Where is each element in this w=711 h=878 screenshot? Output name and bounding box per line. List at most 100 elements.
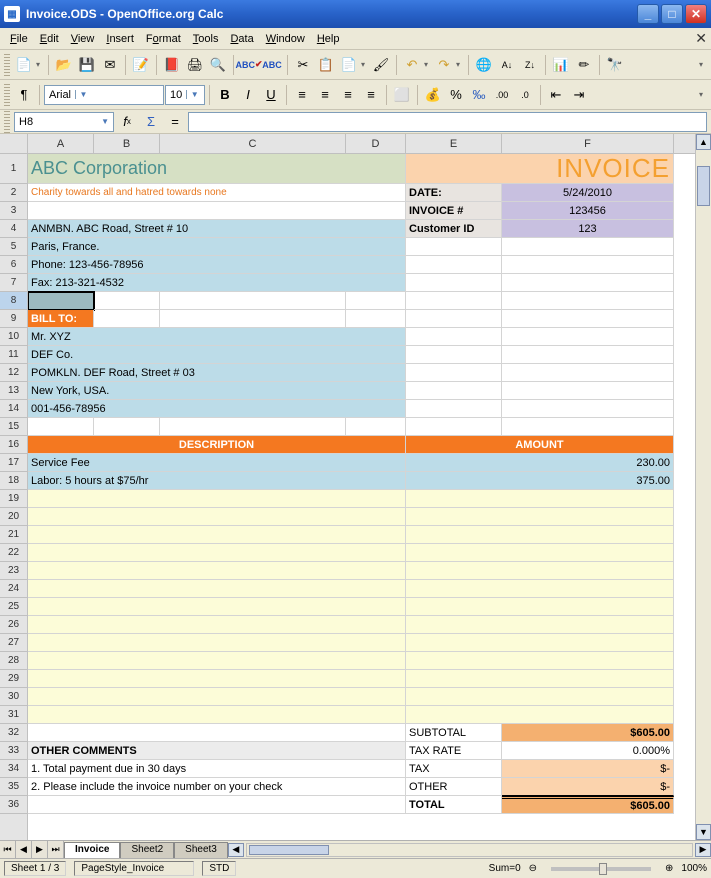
status-pagestyle[interactable]: PageStyle_Invoice	[74, 861, 194, 876]
scrollbar-thumb[interactable]	[697, 166, 710, 206]
maximize-button[interactable]: □	[661, 4, 683, 24]
col-header-D[interactable]: D	[346, 134, 406, 153]
zoom-slider[interactable]	[551, 867, 651, 871]
cell[interactable]	[406, 490, 674, 508]
cell[interactable]	[406, 598, 674, 616]
cell-tagline[interactable]: Charity towards all and hatred towards n…	[28, 184, 406, 202]
cell-bill3[interactable]: POMKLN. DEF Road, Street # 03	[28, 364, 406, 382]
cell[interactable]	[160, 418, 346, 436]
cell-tax-label[interactable]: TAX	[406, 760, 502, 778]
cell-addr4[interactable]: Fax: 213-321-4532	[28, 274, 406, 292]
cell[interactable]	[406, 508, 674, 526]
vertical-scrollbar[interactable]: ▲ ▼	[695, 134, 711, 840]
cell[interactable]	[406, 238, 502, 256]
cell-taxrate-value[interactable]: 0.000%	[502, 742, 674, 760]
cell-line-amt[interactable]: 375.00	[406, 472, 674, 490]
cell-desc-header[interactable]: DESCRIPTION	[28, 436, 406, 454]
cell-invoice-title[interactable]: INVOICE	[406, 154, 674, 184]
cell[interactable]	[406, 562, 674, 580]
cell[interactable]	[28, 490, 406, 508]
cell-billto-label[interactable]: BILL TO:	[28, 310, 94, 328]
cell[interactable]	[406, 670, 674, 688]
tab-next-button[interactable]: ▶	[32, 841, 48, 858]
row-header[interactable]: 9	[0, 310, 27, 328]
cell-addr1[interactable]: ANMBN. ABC Road, Street # 10	[28, 220, 406, 238]
toolbar-overflow[interactable]: ▾	[699, 90, 707, 99]
col-header-E[interactable]: E	[406, 134, 502, 153]
cell[interactable]	[28, 634, 406, 652]
cell-other-value[interactable]: $-	[502, 778, 674, 796]
cell[interactable]	[28, 580, 406, 598]
menu-insert[interactable]: Insert	[100, 31, 140, 47]
row-header[interactable]: 8	[0, 292, 27, 310]
cell-cust-label[interactable]: Customer ID	[406, 220, 502, 238]
cell[interactable]	[346, 310, 406, 328]
tab-prev-button[interactable]: ◀	[16, 841, 32, 858]
cut-button[interactable]: ✂	[292, 54, 314, 76]
sort-asc-button[interactable]: A↓	[496, 54, 518, 76]
cell-total-label[interactable]: TOTAL	[406, 796, 502, 814]
cell[interactable]	[28, 616, 406, 634]
status-zoom[interactable]: 100%	[681, 863, 707, 874]
cell[interactable]	[28, 202, 406, 220]
edit-file-button[interactable]: 📝	[130, 54, 152, 76]
cell-date-label[interactable]: DATE:	[406, 184, 502, 202]
cell[interactable]	[406, 382, 502, 400]
row-header[interactable]: 23	[0, 562, 27, 580]
zoom-in-button[interactable]: ⊕	[665, 863, 673, 874]
standard-format-button[interactable]: ‰	[468, 84, 490, 106]
cell[interactable]	[502, 418, 674, 436]
cell-inv-label[interactable]: INVOICE #	[406, 202, 502, 220]
row-header[interactable]: 33	[0, 742, 27, 760]
col-header-C[interactable]: C	[160, 134, 346, 153]
row-header[interactable]: 11	[0, 346, 27, 364]
redo-button[interactable]: ↷	[433, 54, 455, 76]
cell[interactable]	[28, 688, 406, 706]
hyperlink-button[interactable]: 🌐	[473, 54, 495, 76]
row-header[interactable]: 30	[0, 688, 27, 706]
cell-date-value[interactable]: 5/24/2010	[502, 184, 674, 202]
cell[interactable]	[406, 292, 502, 310]
cell-addr2[interactable]: Paris, France.	[28, 238, 406, 256]
new-button[interactable]: 📄	[13, 54, 35, 76]
row-header[interactable]: 20	[0, 508, 27, 526]
bold-button[interactable]: B	[214, 84, 236, 106]
spreadsheet-grid[interactable]: A B C D E F 1 2 3 4 5 6 7 8 9 10 11	[0, 134, 711, 840]
cell[interactable]	[28, 544, 406, 562]
cell-comment2[interactable]: 2. Please include the invoice number on …	[28, 778, 406, 796]
cell[interactable]	[406, 526, 674, 544]
row-header[interactable]: 6	[0, 256, 27, 274]
merge-cells-button[interactable]: ⬜	[391, 84, 413, 106]
styles-button[interactable]: ¶	[13, 84, 35, 106]
menu-tools[interactable]: Tools	[187, 31, 225, 47]
row-header[interactable]: 24	[0, 580, 27, 598]
cell[interactable]	[94, 418, 160, 436]
cell[interactable]	[406, 580, 674, 598]
row-header[interactable]: 7	[0, 274, 27, 292]
row-header[interactable]: 5	[0, 238, 27, 256]
show-draw-button[interactable]: ✏	[573, 54, 595, 76]
sheet-tab-sheet3[interactable]: Sheet3	[174, 842, 228, 858]
tab-first-button[interactable]: ⏮	[0, 841, 16, 858]
row-header[interactable]: 25	[0, 598, 27, 616]
format-paintbrush-button[interactable]: 🖌	[370, 54, 392, 76]
toolbar-grip[interactable]	[4, 111, 10, 133]
cell[interactable]	[502, 400, 674, 418]
cell-line-desc[interactable]: Labor: 5 hours at $75/hr	[28, 472, 406, 490]
col-header-A[interactable]: A	[28, 134, 94, 153]
cell[interactable]	[502, 310, 674, 328]
cell[interactable]	[406, 328, 502, 346]
cell[interactable]	[502, 328, 674, 346]
cell[interactable]	[406, 418, 502, 436]
status-mode[interactable]: STD	[202, 861, 236, 876]
formula-input[interactable]	[188, 112, 707, 132]
row-header[interactable]: 35	[0, 778, 27, 796]
redo-dropdown[interactable]: ▾	[456, 60, 464, 69]
cell-selected[interactable]	[28, 292, 94, 310]
cell[interactable]	[346, 292, 406, 310]
cell-bill4[interactable]: New York, USA.	[28, 382, 406, 400]
cell[interactable]	[160, 310, 346, 328]
cell[interactable]	[406, 634, 674, 652]
row-header[interactable]: 32	[0, 724, 27, 742]
row-header[interactable]: 14	[0, 400, 27, 418]
